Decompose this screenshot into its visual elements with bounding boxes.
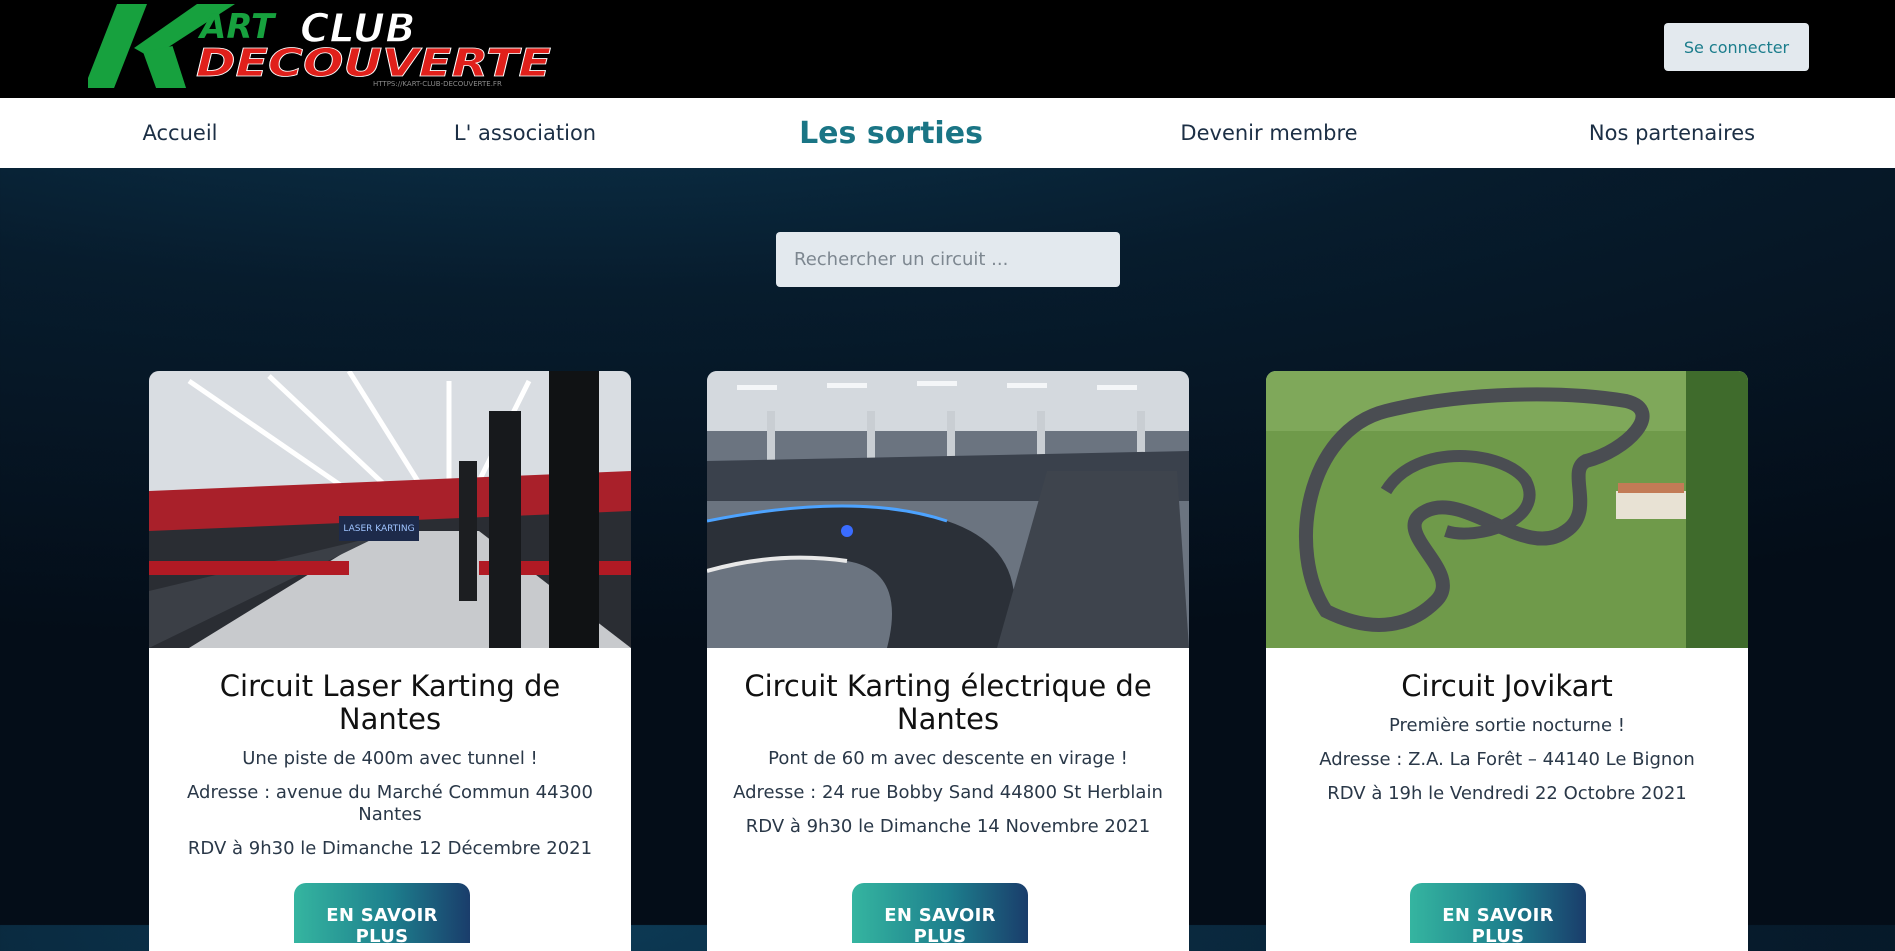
- circuit-card-karting-electrique: Circuit Karting électrique de Nantes Pon…: [707, 371, 1189, 951]
- main-navigation: Accueil L' association Les sorties Deven…: [0, 98, 1895, 168]
- en-savoir-plus-button[interactable]: EN SAVOIR PLUS: [1410, 883, 1586, 947]
- svg-text:LASER KARTING: LASER KARTING: [343, 524, 414, 534]
- en-savoir-plus-button[interactable]: EN SAVOIR PLUS: [294, 883, 470, 947]
- card-body: Circuit Jovikart Première sortie nocturn…: [1266, 648, 1748, 805]
- card-address: Adresse : 24 rue Bobby Sand 44800 St Her…: [733, 782, 1163, 803]
- nav-item-association[interactable]: L' association: [454, 98, 596, 168]
- card-description: Une piste de 400m avec tunnel !: [242, 748, 538, 769]
- logo-url-text: HTTPS://KART-CLUB-DECOUVERTE.FR: [373, 80, 502, 88]
- nav-item-nos-partenaires[interactable]: Nos partenaires: [1589, 98, 1755, 168]
- outdoor-aerial-karting-track-image: [1266, 371, 1748, 648]
- indoor-electric-karting-track-image: [707, 371, 1189, 648]
- card-title: Circuit Laser Karting de Nantes: [219, 669, 561, 736]
- logo-text-decouverte: DECOUVERTE: [196, 41, 551, 85]
- card-body: Circuit Karting électrique de Nantes Pon…: [707, 648, 1189, 838]
- nav-item-devenir-membre[interactable]: Devenir membre: [1180, 98, 1357, 168]
- circuit-card-laser-karting: LASER KARTING Circuit Laser Karting de N…: [149, 371, 631, 951]
- card-description: Pont de 60 m avec descente en virage !: [768, 748, 1128, 769]
- card-description: Première sortie nocturne !: [1389, 715, 1625, 736]
- card-title: Circuit Jovikart: [1401, 669, 1613, 703]
- en-savoir-plus-button[interactable]: EN SAVOIR PLUS: [852, 883, 1028, 947]
- circuit-search-input[interactable]: [776, 232, 1120, 287]
- card-rdv: RDV à 19h le Vendredi 22 Octobre 2021: [1327, 783, 1687, 804]
- card-address: Adresse : avenue du Marché Commun 44300 …: [187, 782, 593, 825]
- indoor-laser-karting-track-image: LASER KARTING: [149, 371, 631, 648]
- card-body: Circuit Laser Karting de Nantes Une pist…: [149, 648, 631, 860]
- card-address: Adresse : Z.A. La Forêt – 44140 Le Bigno…: [1319, 749, 1695, 770]
- card-rdv: RDV à 9h30 le Dimanche 12 Décembre 2021: [187, 838, 593, 859]
- card-rdv: RDV à 9h30 le Dimanche 14 Novembre 2021: [745, 816, 1151, 837]
- top-header-bar: ART CLUB DECOUVERTE HTTPS://KART-CLUB-DE…: [0, 0, 1895, 98]
- kart-club-decouverte-logo[interactable]: ART CLUB DECOUVERTE HTTPS://KART-CLUB-DE…: [88, 0, 564, 92]
- nav-item-les-sorties[interactable]: Les sorties: [799, 98, 983, 168]
- circuit-card-jovikart: Circuit Jovikart Première sortie nocturn…: [1266, 371, 1748, 951]
- connect-button[interactable]: Se connecter: [1664, 23, 1809, 71]
- nav-item-accueil[interactable]: Accueil: [143, 98, 218, 168]
- card-title: Circuit Karting électrique de Nantes: [744, 669, 1152, 736]
